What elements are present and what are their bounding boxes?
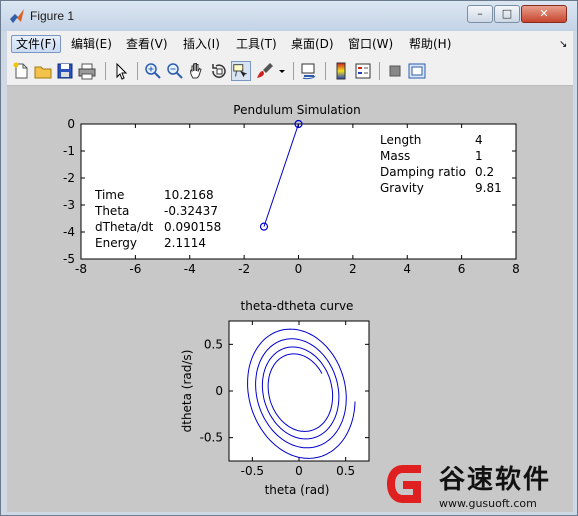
y-tick-label: -2 <box>63 171 75 185</box>
x-tick-label: -4 <box>184 262 196 276</box>
pendulum-plot-area <box>80 123 517 260</box>
info-energy-label: Energy <box>95 236 137 250</box>
pendulum-axes: Pendulum Simulation -8 -6 -4 -2 0 2 4 6 8 0 -1 -2 -… <box>63 103 520 276</box>
toolbar-separator <box>137 62 138 80</box>
phase-x-label: theta (rad) <box>265 483 330 497</box>
x-tick-label: -2 <box>238 262 250 276</box>
y-tick-label: 0 <box>215 384 223 398</box>
y-tick-label: -0.5 <box>200 431 223 445</box>
watermark-url: www.gusuoft.com <box>439 497 537 510</box>
y-tick-label: 0.5 <box>204 337 223 351</box>
data-cursor-icon[interactable] <box>231 61 251 81</box>
colorbar-icon[interactable] <box>331 61 351 81</box>
info-time-value: 10.2168 <box>164 188 214 202</box>
pendulum-title: Pendulum Simulation <box>233 103 360 117</box>
phase-title: theta-dtheta curve <box>241 299 354 313</box>
gusu-logo-icon <box>387 465 421 503</box>
menu-desktop[interactable]: 桌面(D) <box>287 35 338 53</box>
maximize-button[interactable]: □ <box>494 5 520 23</box>
figure-window: Figure 1 – □ ✕ 文件(F) 编辑(E) 查看(V) 插入(I) 工… <box>0 0 578 516</box>
info-mass-label: Mass <box>380 149 410 163</box>
toolbar-separator <box>105 62 106 80</box>
menu-help[interactable]: 帮助(H) <box>405 35 455 53</box>
info-damping-label: Damping ratio <box>380 165 466 179</box>
figure-plots: Pendulum Simulation -8 -6 -4 -2 0 2 4 6 8 0 -1 -2 -… <box>63 103 520 497</box>
new-figure-icon[interactable] <box>11 61 31 81</box>
zoom-out-icon[interactable] <box>165 61 185 81</box>
x-tick-label: -0.5 <box>241 464 264 478</box>
y-tick-label: -4 <box>63 225 75 239</box>
info-dtheta-value: 0.090158 <box>164 220 221 234</box>
x-tick-label: 4 <box>403 262 411 276</box>
x-tick-label: -6 <box>129 262 141 276</box>
info-theta-value: -0.32437 <box>164 204 218 218</box>
menu-window[interactable]: 窗口(W) <box>344 35 397 53</box>
print-icon[interactable] <box>77 61 97 81</box>
menu-insert[interactable]: 插入(I) <box>179 35 224 53</box>
pointer-icon[interactable] <box>111 61 131 81</box>
minimize-button[interactable]: – <box>467 5 493 23</box>
title-bar[interactable]: Figure 1 – □ ✕ <box>1 1 577 31</box>
menu-edit[interactable]: 编辑(E) <box>67 35 116 53</box>
info-dtheta-label: dTheta/dt <box>95 220 154 234</box>
info-energy-value: 2.1114 <box>164 236 206 250</box>
menu-tools[interactable]: 工具(T) <box>232 35 281 53</box>
info-theta-label: Theta <box>94 204 129 218</box>
brush-icon[interactable] <box>255 61 275 81</box>
info-length-label: Length <box>380 133 421 147</box>
open-icon[interactable] <box>33 61 53 81</box>
info-length-value: 4 <box>475 133 483 147</box>
info-damping-value: 0.2 <box>475 165 494 179</box>
window-title: Figure 1 <box>30 9 75 23</box>
figure-canvas: Pendulum Simulation -8 -6 -4 -2 0 2 4 6 8 0 -1 -2 -… <box>7 86 573 512</box>
info-time-label: Time <box>94 188 124 202</box>
phase-plot-area <box>228 320 370 462</box>
x-tick-label: -8 <box>75 262 87 276</box>
zoom-in-icon[interactable] <box>143 61 163 81</box>
x-tick-label: 2 <box>349 262 357 276</box>
pan-icon[interactable] <box>187 61 207 81</box>
info-mass-value: 1 <box>475 149 483 163</box>
menu-file[interactable]: 文件(F) <box>11 35 62 53</box>
x-tick-label: 0 <box>295 464 303 478</box>
close-button[interactable]: ✕ <box>521 5 567 23</box>
phase-axes: theta-dtheta curve -0.5 0 0.5 0.5 0 -0.5 the… <box>180 299 370 497</box>
menu-overflow-icon[interactable]: ↘ <box>559 39 567 50</box>
watermark-brand: 谷速软件 <box>439 465 552 495</box>
x-tick-label: 0 <box>295 262 303 276</box>
toolbar-separator <box>325 62 326 80</box>
info-gravity-value: 9.81 <box>475 181 502 195</box>
figure-toolbar <box>7 57 573 86</box>
save-icon[interactable] <box>55 61 75 81</box>
x-tick-label: 6 <box>458 262 466 276</box>
show-plot-tools-icon[interactable] <box>407 61 427 81</box>
rotate-3d-icon[interactable] <box>209 61 229 81</box>
x-tick-label: 8 <box>512 262 520 276</box>
toolbar-separator <box>379 62 380 80</box>
y-tick-label: -3 <box>63 198 75 212</box>
y-tick-label: -5 <box>63 252 75 266</box>
x-tick-label: 0.5 <box>336 464 355 478</box>
info-gravity-label: Gravity <box>380 181 424 195</box>
link-plot-icon[interactable] <box>299 61 319 81</box>
phase-y-label: dtheta (rad/s) <box>180 350 194 433</box>
brush-dropdown-icon[interactable] <box>277 61 287 81</box>
hide-plot-tools-icon[interactable] <box>385 61 405 81</box>
legend-icon[interactable] <box>353 61 373 81</box>
y-tick-label: -1 <box>63 144 75 158</box>
menu-bar: 文件(F) 编辑(E) 查看(V) 插入(I) 工具(T) 桌面(D) 窗口(W… <box>7 31 573 57</box>
menu-view[interactable]: 查看(V) <box>122 35 172 53</box>
watermark: 谷速软件 www.gusuoft.com <box>381 453 571 513</box>
y-tick-label: 0 <box>67 117 75 131</box>
matlab-logo-icon <box>10 9 24 23</box>
toolbar-separator <box>293 62 294 80</box>
